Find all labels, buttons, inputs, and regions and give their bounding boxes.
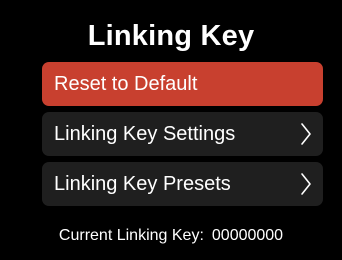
- menu-item-label: Linking Key Presets: [54, 173, 231, 195]
- chevron-right-icon: [299, 122, 313, 146]
- current-linking-key-value: 00000000: [211, 227, 284, 244]
- current-linking-key-status: Current Linking Key: 00000000: [0, 226, 342, 246]
- current-linking-key-label: Current Linking Key:: [58, 227, 204, 244]
- linking-key-screen: Linking Key Reset to Default Linking Key…: [0, 0, 342, 260]
- linking-key-presets-item[interactable]: Linking Key Presets: [42, 162, 323, 206]
- menu-item-label: Linking Key Settings: [54, 123, 236, 145]
- linking-key-settings-item[interactable]: Linking Key Settings: [42, 112, 323, 156]
- page-title: Linking Key: [87, 20, 255, 52]
- reset-to-default-button[interactable]: Reset to Default: [42, 62, 323, 106]
- chevron-right-icon: [299, 172, 313, 196]
- menu-item-label: Reset to Default: [54, 73, 198, 95]
